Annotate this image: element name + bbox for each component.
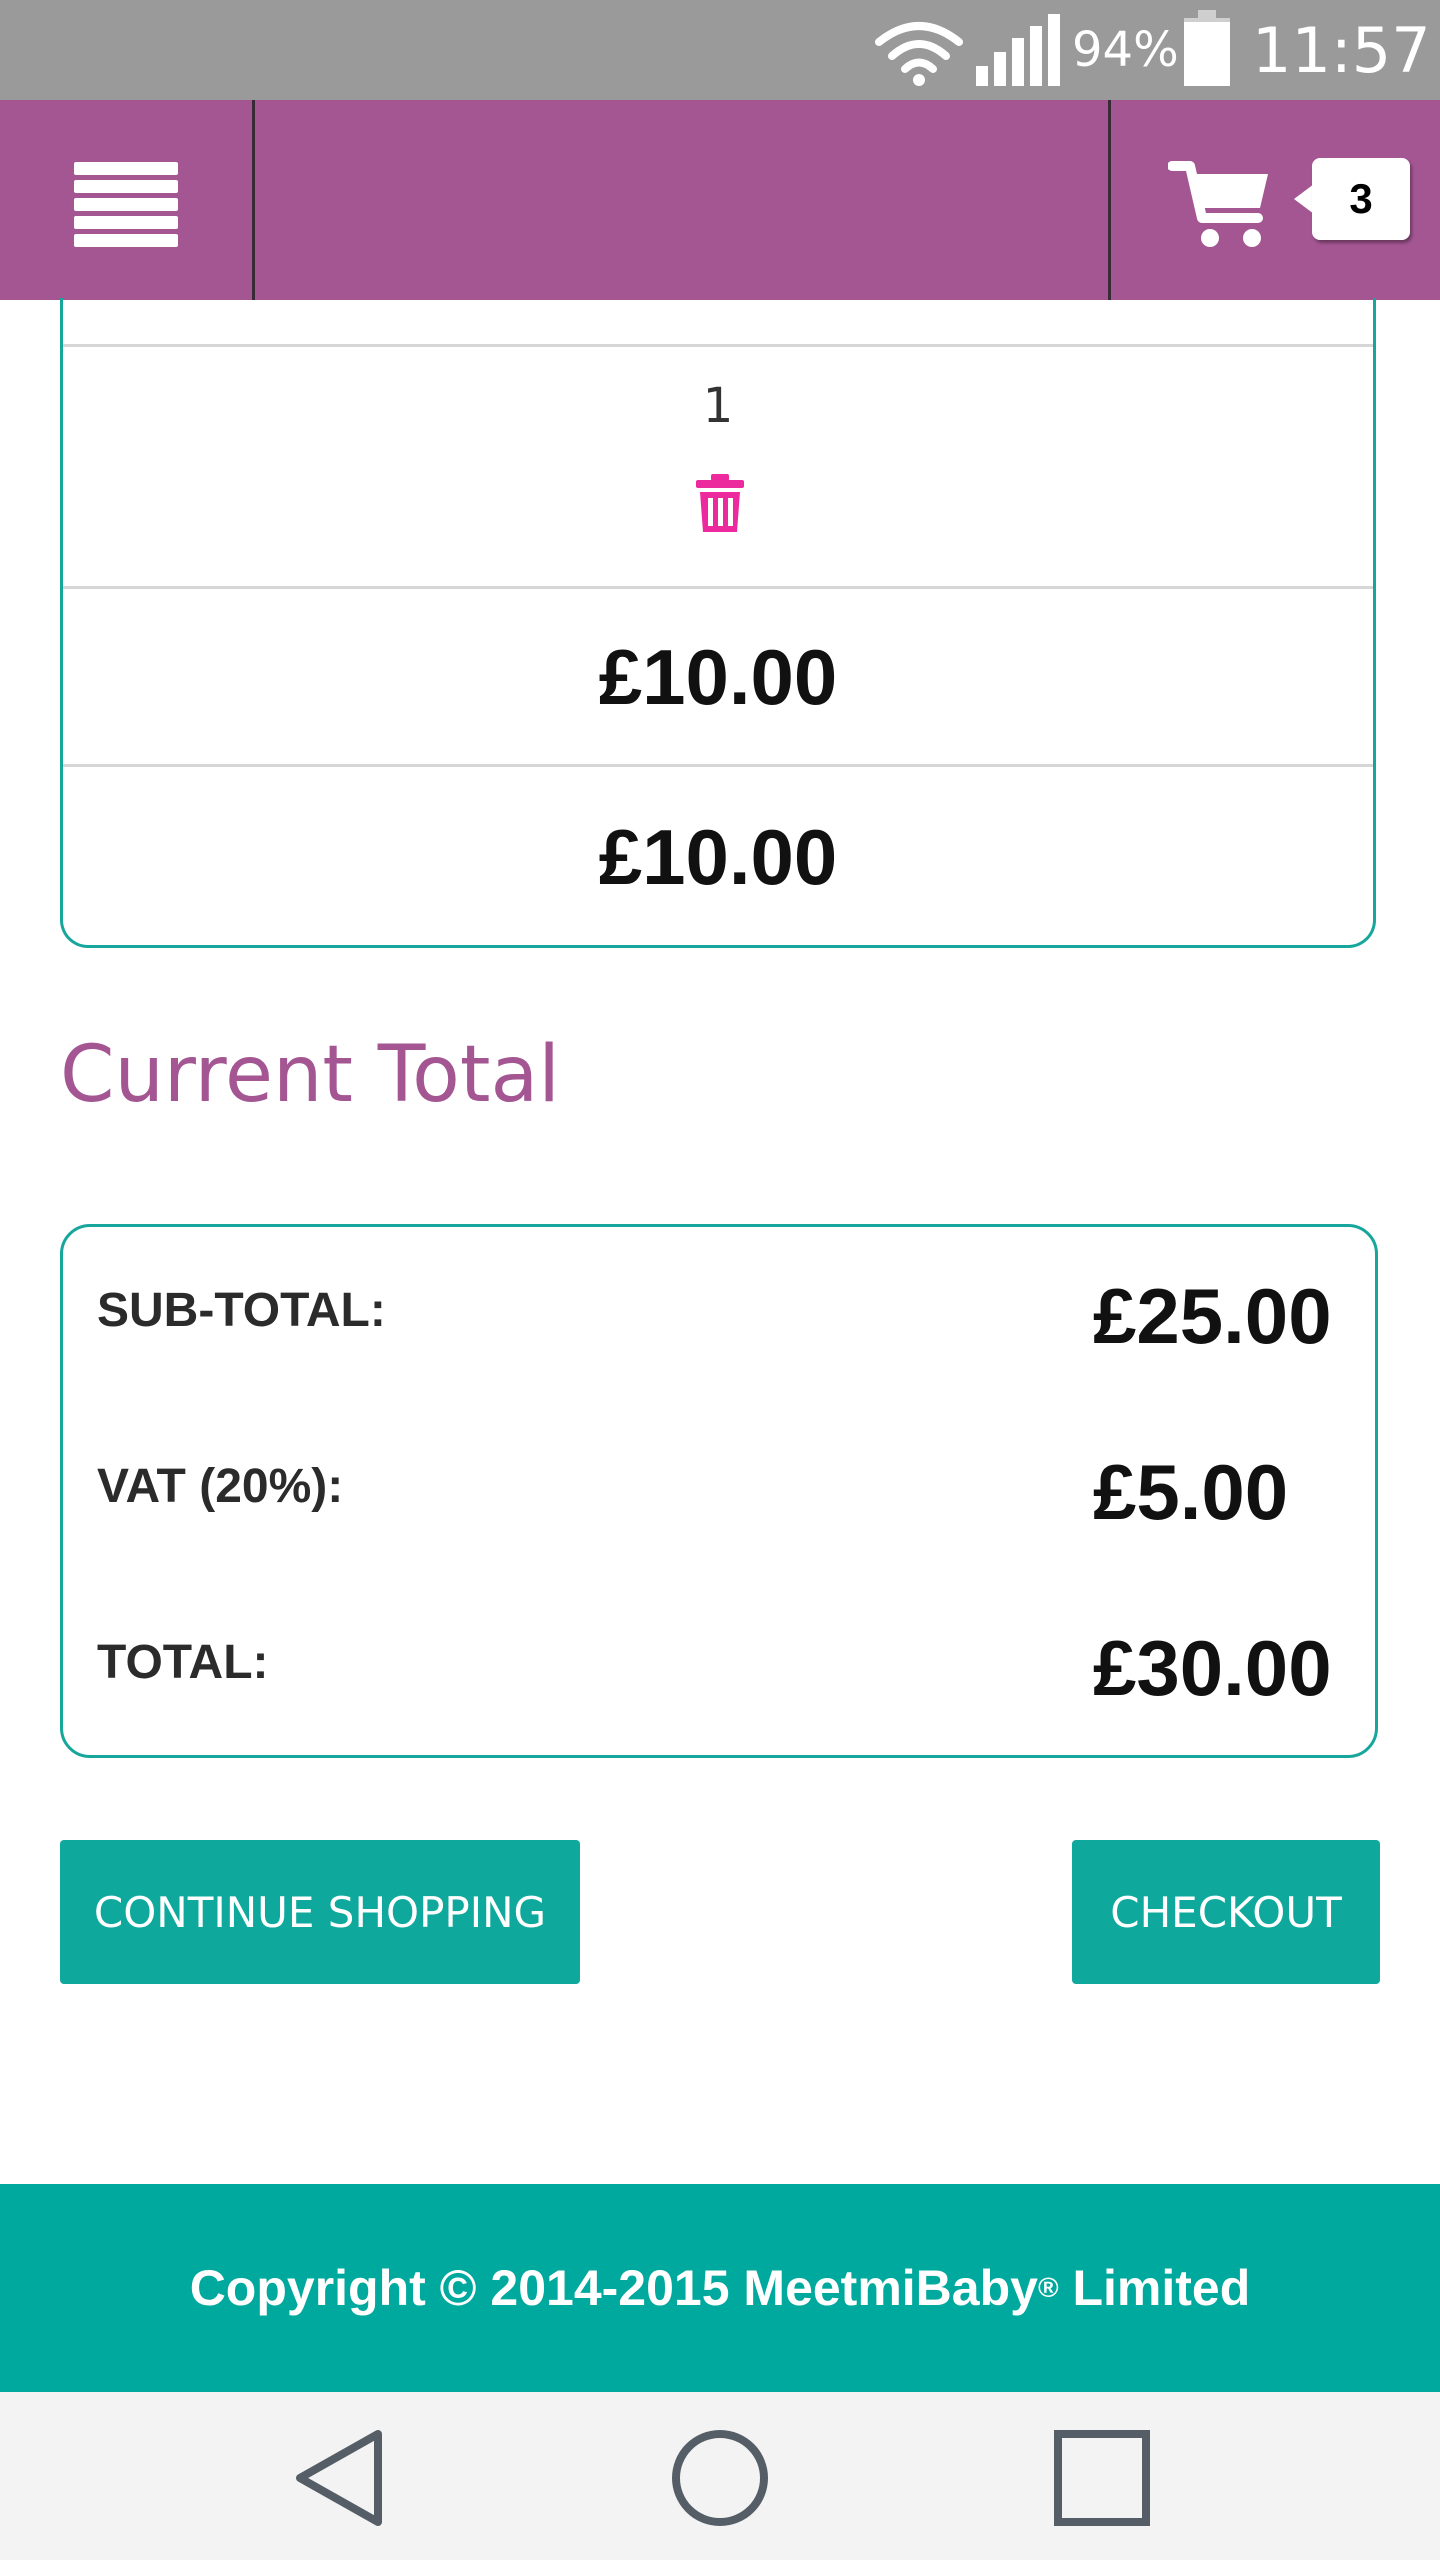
clock: 11:57 xyxy=(1252,14,1431,87)
trash-icon[interactable] xyxy=(694,474,746,534)
signal-icon xyxy=(976,14,1060,86)
item-unit-price: £10.00 xyxy=(598,633,838,721)
continue-shopping-button[interactable]: CONTINUE SHOPPING xyxy=(60,1840,580,1984)
registered-mark: ® xyxy=(1037,2272,1059,2303)
divider xyxy=(63,586,1373,589)
copyright-text: Copyright © 2014-2015 MeetmiBaby xyxy=(189,2260,1038,2316)
total-value: £30.00 xyxy=(1093,1624,1332,1712)
item-quantity[interactable]: 1 xyxy=(63,378,1373,434)
cart-item-card: 1 £10.00 £10.00 xyxy=(60,298,1376,948)
divider xyxy=(63,344,1373,347)
system-nav-bar xyxy=(0,2392,1440,2560)
recents-icon[interactable] xyxy=(1054,2430,1150,2526)
divider xyxy=(63,764,1373,767)
status-bar: 94% 11:57 xyxy=(0,0,1440,100)
cart-badge-pointer xyxy=(1294,184,1314,214)
copyright-suffix: Limited xyxy=(1058,2260,1251,2316)
home-icon[interactable] xyxy=(670,2428,770,2528)
hamburger-menu-icon[interactable] xyxy=(60,150,194,250)
totals-card: SUB-TOTAL: £25.00 VAT (20%): £5.00 TOTAL… xyxy=(60,1224,1378,1758)
checkout-button[interactable]: CHECKOUT xyxy=(1072,1840,1380,1984)
cart-count-badge[interactable]: 3 xyxy=(1312,158,1410,240)
back-icon[interactable] xyxy=(292,2428,388,2528)
vat-value: £5.00 xyxy=(1093,1448,1289,1536)
header-divider xyxy=(1108,100,1111,300)
shopping-cart-icon[interactable] xyxy=(1168,158,1272,250)
battery-icon xyxy=(1184,10,1230,86)
battery-percent: 94% xyxy=(1072,22,1179,78)
total-label: TOTAL: xyxy=(97,1636,269,1689)
footer: Copyright © 2014-2015 MeetmiBaby ® Limite… xyxy=(0,2184,1440,2392)
vat-label: VAT (20%): xyxy=(97,1460,344,1513)
wifi-icon xyxy=(875,22,963,86)
app-header: 3 xyxy=(0,100,1440,300)
item-line-total: £10.00 xyxy=(598,813,838,901)
subtotal-value: £25.00 xyxy=(1093,1272,1332,1360)
subtotal-label: SUB-TOTAL: xyxy=(97,1284,386,1337)
current-total-title: Current Total xyxy=(60,1030,560,1120)
header-divider xyxy=(252,100,255,300)
